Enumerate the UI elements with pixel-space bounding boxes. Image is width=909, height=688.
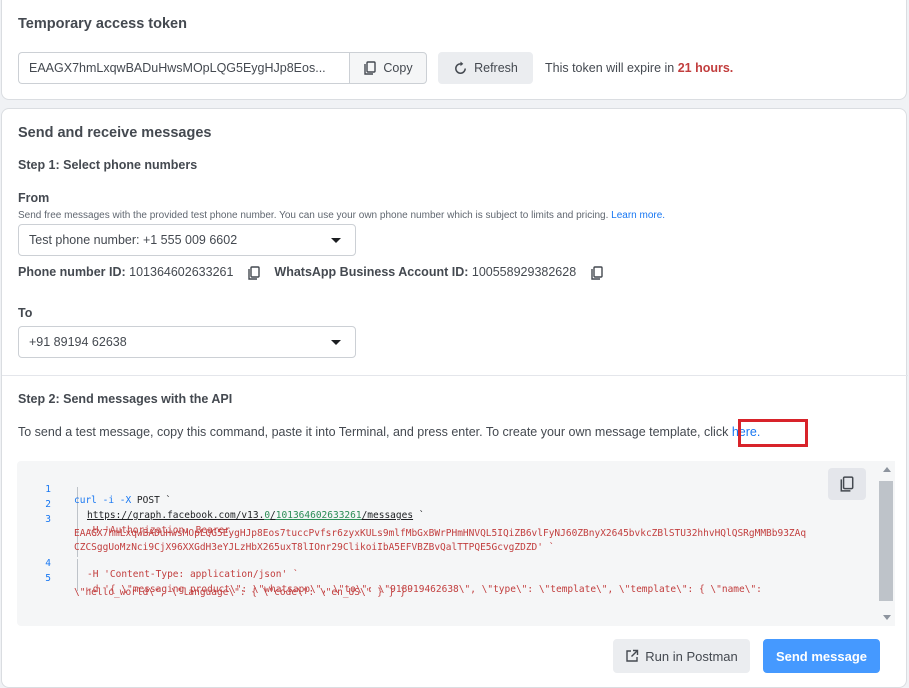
token-expiry: This token will expire in 21 hours. [545,61,734,75]
phone-id-label: Phone number ID: [18,265,126,279]
copy-label: Copy [383,61,413,75]
token-card: Temporary access token EAAGX7hmLxqwBADuH… [1,0,907,100]
caret-down-icon [331,340,341,345]
instruction-text: To send a test message, copy this comman… [18,425,761,439]
copy-icon[interactable] [247,266,261,280]
refresh-button[interactable]: Refresh [438,52,533,84]
copy-icon [840,476,854,492]
from-select-value: Test phone number: +1 555 009 6602 [29,233,238,247]
step1-title: Step 1: Select phone numbers [18,158,198,172]
code-scrollbar[interactable] [878,461,895,626]
caret-down-icon [331,238,341,243]
send-messages-card: Send and receive messages Step 1: Select… [1,108,908,688]
waba-id-value: 100558929382628 [471,265,577,279]
from-label: From [18,191,50,205]
copy-code-button[interactable] [828,468,866,500]
send-message-button[interactable]: Send message [763,639,880,673]
highlight-box [738,419,808,447]
to-label: To [18,306,33,320]
to-select[interactable]: +91 89194 62638 [18,326,356,358]
scroll-up-icon[interactable] [883,467,891,472]
to-select-value: +91 89194 62638 [29,335,127,349]
learn-more-link[interactable]: Learn more. [611,210,665,221]
scroll-thumb[interactable] [879,481,893,601]
code-line: \"hello_world\", \"language\": { \"code\… [74,587,412,598]
divider [2,375,908,376]
refresh-label: Refresh [474,61,518,75]
expiry-value: 21 hours. [677,61,734,75]
token-title: Temporary access token [18,16,187,32]
copy-icon [364,61,377,75]
from-help-text: Send free messages with the provided tes… [18,210,666,221]
copy-token-button[interactable]: Copy [349,52,427,84]
action-bar: Run in Postman Send message [17,626,895,681]
scroll-down-icon[interactable] [883,615,891,620]
waba-id-label: WhatsApp Business Account ID: [274,265,469,279]
code-block[interactable]: 1 curl -i -X POST ` 2 https://graph.face… [17,461,895,626]
ids-row: Phone number ID: 101364602633261 WhatsAp… [18,265,604,280]
phone-id-value: 101364602633261 [129,265,234,279]
run-in-postman-button[interactable]: Run in Postman [613,639,750,673]
refresh-icon [455,60,467,74]
send-title: Send and receive messages [18,125,212,141]
external-link-icon [626,649,639,662]
step2-title: Step 2: Send messages with the API [18,392,233,406]
copy-icon[interactable] [590,266,604,280]
from-select[interactable]: Test phone number: +1 555 009 6602 [18,224,356,256]
token-field[interactable]: EAAGX7hmLxqwBADuHwsMOpLQG5EygHJp8Eos... [18,52,350,84]
